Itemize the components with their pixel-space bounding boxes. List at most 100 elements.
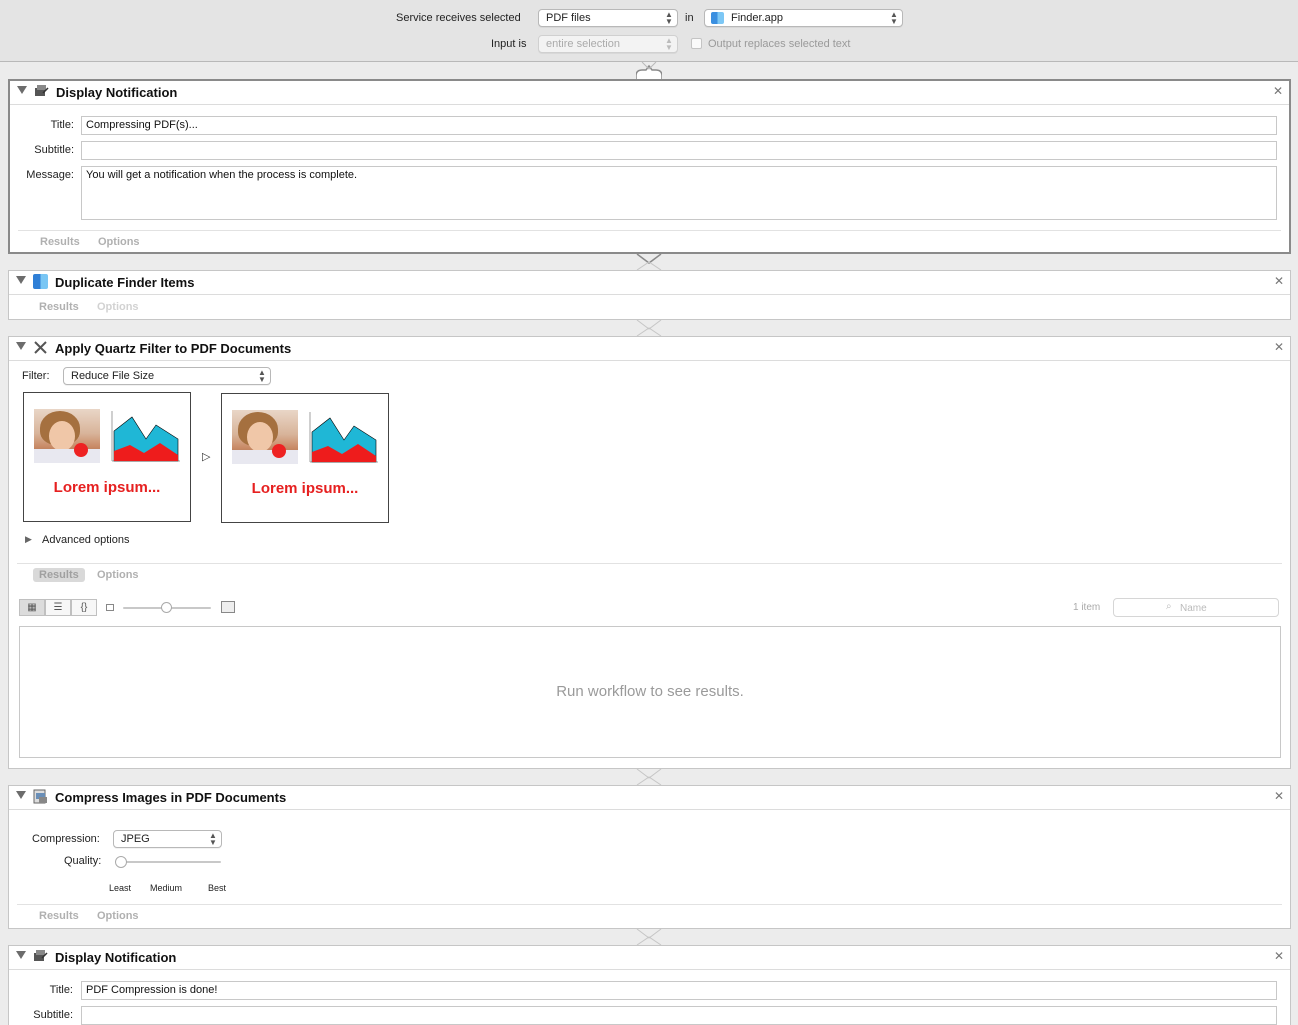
action-display-notification-2[interactable]: Display Notification ✕ Title: PDF Compre… xyxy=(8,945,1291,1025)
view-mode-segmented: ▦ ☰ {} xyxy=(19,599,99,616)
disclosure-triangle-icon[interactable] xyxy=(17,86,27,94)
filter-popup[interactable]: Reduce File Size ▲ ▼ xyxy=(63,367,271,385)
action-display-notification[interactable]: Display Notification ✕ Title: Compressin… xyxy=(8,79,1291,254)
input-is-label: Input is xyxy=(491,38,527,50)
application-popup[interactable]: Finder.app ▲ ▼ xyxy=(704,9,903,27)
action-title: Display Notification xyxy=(55,950,177,965)
advanced-options-label[interactable]: Advanced options xyxy=(42,534,129,546)
sample-chart-graphic xyxy=(309,412,378,463)
updown-arrows-icon: ▲ ▼ xyxy=(665,10,673,26)
results-tab[interactable]: Results xyxy=(40,236,80,248)
disclosure-triangle-icon[interactable] xyxy=(16,951,26,959)
subtitle-label: Subtitle: xyxy=(34,144,74,156)
quality-label: Quality: xyxy=(64,855,102,867)
action-footer: Results Options xyxy=(17,904,1282,926)
action-compress-images[interactable]: Compress Images in PDF Documents ✕ Compr… xyxy=(8,785,1291,929)
close-action-icon[interactable]: ✕ xyxy=(1273,84,1283,98)
quality-tick-least: Least xyxy=(109,883,132,893)
action-title: Compress Images in PDF Documents xyxy=(55,790,287,805)
disclosure-triangle-icon[interactable] xyxy=(16,342,26,350)
in-label: in xyxy=(685,12,694,24)
compression-popup[interactable]: JPEG ▲ ▼ xyxy=(113,830,222,848)
disclosure-triangle-icon[interactable] xyxy=(16,791,26,799)
options-tab[interactable]: Options xyxy=(97,569,139,581)
action-footer: Results Options xyxy=(17,563,1282,585)
updown-arrows-icon: ▲ ▼ xyxy=(258,368,266,384)
search-icon: ⌕ xyxy=(1166,601,1172,612)
service-type-value: PDF files xyxy=(546,12,591,24)
slider-knob[interactable] xyxy=(161,602,172,613)
updown-arrows-icon: ▲ ▼ xyxy=(209,831,217,847)
options-tab[interactable]: Options xyxy=(98,236,140,248)
action-header: Apply Quartz Filter to PDF Documents ✕ xyxy=(9,337,1290,361)
results-tab[interactable]: Results xyxy=(33,568,85,582)
connector-notch xyxy=(636,769,662,785)
icon-view-button[interactable]: ▦ xyxy=(19,599,45,616)
subtitle-field[interactable] xyxy=(81,141,1277,160)
input-popup[interactable]: entire selection ▲ ▼ xyxy=(538,35,678,53)
service-type-popup[interactable]: PDF files ▲ ▼ xyxy=(538,9,678,27)
preview-before: Lorem ipsum... xyxy=(23,392,191,522)
action-title: Display Notification xyxy=(56,85,178,100)
sample-photo xyxy=(232,410,298,464)
compression-label: Compression: xyxy=(32,833,100,845)
close-action-icon[interactable]: ✕ xyxy=(1274,949,1284,963)
output-replaces-checkbox[interactable] xyxy=(691,38,702,49)
quality-slider[interactable] xyxy=(115,856,221,868)
action-title: Apply Quartz Filter to PDF Documents xyxy=(55,341,292,356)
quartz-filter-icon xyxy=(34,341,47,354)
small-size-icon xyxy=(106,604,114,611)
sample-text: Lorem ipsum... xyxy=(53,479,161,496)
results-search-input[interactable]: ⌕ Name xyxy=(1113,598,1279,617)
title-label: Title: xyxy=(49,984,73,996)
large-size-icon xyxy=(221,601,235,613)
compress-images-icon xyxy=(33,789,47,804)
connector-notch xyxy=(636,320,662,336)
search-placeholder: Name xyxy=(1180,603,1207,614)
sample-text: Lorem ipsum... xyxy=(251,480,359,497)
subtitle-label: Subtitle: xyxy=(33,1009,73,1021)
empty-results-message: Run workflow to see results. xyxy=(556,683,744,700)
arrow-right-icon: ▷ xyxy=(202,451,211,463)
disclosure-right-icon[interactable]: ▶ xyxy=(25,534,32,545)
preview-after: Lorem ipsum... xyxy=(221,393,389,523)
action-title: Duplicate Finder Items xyxy=(55,275,195,290)
title-field[interactable]: Compressing PDF(s)... xyxy=(81,116,1277,135)
disclosure-triangle-icon[interactable] xyxy=(16,276,26,284)
subtitle-field[interactable] xyxy=(81,1006,1277,1025)
action-duplicate-finder-items[interactable]: Duplicate Finder Items ✕ Results Options xyxy=(8,270,1291,320)
results-pane[interactable]: Run workflow to see results. xyxy=(19,626,1281,758)
notification-action-icon xyxy=(34,950,48,961)
action-header: Compress Images in PDF Documents ✕ xyxy=(9,786,1290,810)
connector-notch xyxy=(636,62,662,80)
updown-arrows-icon: ▲ ▼ xyxy=(890,10,898,26)
close-action-icon[interactable]: ✕ xyxy=(1274,274,1284,288)
item-count: 1 item xyxy=(1073,602,1101,613)
action-header: Display Notification ✕ xyxy=(9,946,1290,970)
action-apply-quartz-filter[interactable]: Apply Quartz Filter to PDF Documents ✕ F… xyxy=(8,336,1291,769)
list-view-button[interactable]: ☰ xyxy=(45,599,71,616)
message-field[interactable]: You will get a notification when the pro… xyxy=(81,166,1277,220)
title-field[interactable]: PDF Compression is done! xyxy=(81,981,1277,1000)
sample-photo xyxy=(34,409,100,463)
close-action-icon[interactable]: ✕ xyxy=(1274,789,1284,803)
connector-notch xyxy=(636,929,662,945)
notification-action-icon xyxy=(35,85,49,96)
slider-knob[interactable] xyxy=(115,856,127,868)
application-value: Finder.app xyxy=(731,12,783,24)
text-view-button[interactable]: {} xyxy=(71,599,97,616)
options-tab[interactable]: Options xyxy=(97,301,139,313)
compression-value: JPEG xyxy=(121,833,150,845)
results-tab[interactable]: Results xyxy=(39,910,79,922)
results-tab[interactable]: Results xyxy=(39,301,79,313)
thumbnail-size-slider[interactable] xyxy=(123,602,211,613)
action-footer: Results Options xyxy=(17,296,1282,318)
output-replaces-label: Output replaces selected text xyxy=(708,38,851,50)
service-receives-label: Service receives selected xyxy=(396,12,521,24)
action-header: Duplicate Finder Items ✕ xyxy=(9,271,1290,295)
service-settings-bar: Service receives selected PDF files ▲ ▼ i… xyxy=(0,0,1298,62)
close-action-icon[interactable]: ✕ xyxy=(1274,340,1284,354)
quality-tick-medium: Medium xyxy=(150,883,183,893)
options-tab[interactable]: Options xyxy=(97,910,139,922)
action-footer: Results Options xyxy=(18,230,1281,252)
